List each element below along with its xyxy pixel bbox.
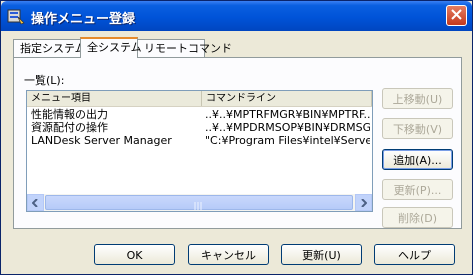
list-item-name: LANDesk Server Manager — [31, 134, 172, 147]
close-button[interactable] — [446, 5, 467, 26]
tab-remote-command[interactable]: リモートコマンド — [137, 39, 232, 57]
app-icon — [7, 7, 25, 25]
column-header-command-line[interactable]: コマンドライン — [202, 91, 372, 106]
title-bar[interactable]: 操作メニュー登録 — [1, 1, 472, 31]
list-item-command: ..¥..¥MPDRMSOP¥BIN¥DRMSG... — [205, 121, 370, 134]
close-icon — [451, 8, 462, 23]
list-item-command: "C:¥Program Files¥intel¥Serve... — [205, 134, 370, 147]
list-item-name: 性能情報の出力 — [31, 108, 108, 121]
move-down-button[interactable]: 下移動(V) — [382, 118, 453, 139]
dialog-window: 操作メニュー登録 指定システム 全システム リモートコマンド 一覧(L): メニ… — [0, 0, 473, 275]
update-button[interactable]: 更新(U) — [281, 244, 362, 265]
cancel-button[interactable]: キャンセル — [188, 244, 269, 265]
list-item-command: ..¥..¥MPTRFMGR¥BIN¥MPTRF... — [205, 108, 370, 121]
list-label: 一覧(L): — [24, 74, 65, 87]
window-title: 操作メニュー登録 — [31, 12, 136, 27]
tab-panel: 一覧(L): メニュー項目 コマンドライン 性能情報の出力 ..¥..¥MPTR… — [13, 57, 462, 229]
scroll-left-button[interactable] — [27, 194, 44, 211]
tab-specified-system[interactable]: 指定システム — [13, 39, 86, 57]
list-header: メニュー項目 コマンドライン — [27, 91, 372, 107]
list-item-name: 資源配付の操作 — [31, 121, 108, 134]
delete-button[interactable]: 削除(D) — [382, 207, 453, 228]
scroll-right-button[interactable] — [355, 194, 372, 211]
tab-all-systems[interactable]: 全システム — [80, 37, 142, 58]
menu-list[interactable]: メニュー項目 コマンドライン 性能情報の出力 ..¥..¥MPTRFMGR¥BI… — [26, 90, 373, 212]
grip-icon — [194, 199, 204, 213]
add-button[interactable]: 追加(A)... — [382, 149, 453, 170]
update-item-button[interactable]: 更新(P)... — [382, 179, 453, 200]
scroll-thumb[interactable] — [45, 195, 353, 210]
chevron-right-icon — [360, 196, 368, 210]
help-button[interactable]: ヘルプ — [374, 244, 455, 265]
ok-button[interactable]: OK — [94, 244, 175, 265]
horizontal-scrollbar[interactable] — [27, 194, 372, 211]
chevron-left-icon — [31, 196, 39, 210]
column-header-menu-item[interactable]: メニュー項目 — [27, 91, 202, 106]
move-up-button[interactable]: 上移動(U) — [382, 88, 453, 109]
